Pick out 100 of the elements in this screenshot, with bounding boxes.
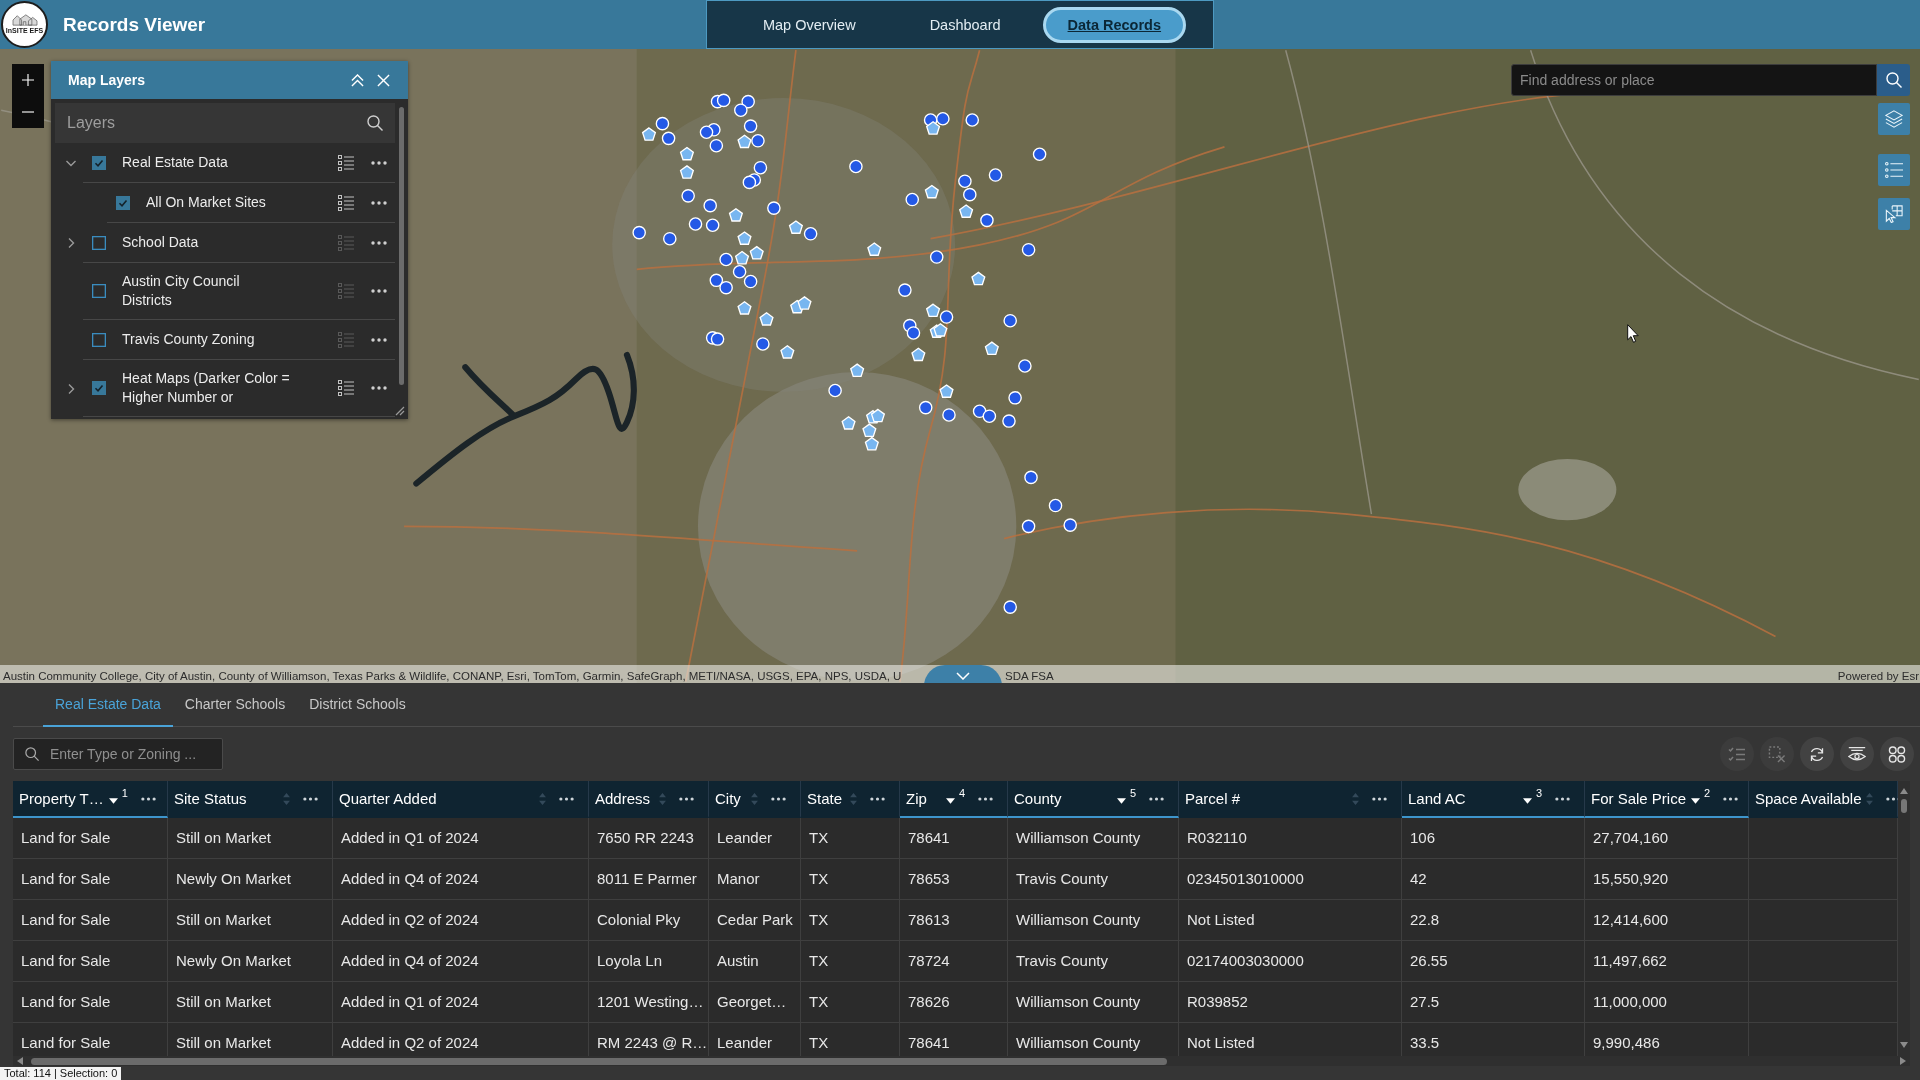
bulleted-list-icon [1885, 161, 1903, 179]
select-button[interactable] [1878, 198, 1910, 230]
column-label: County [1014, 790, 1062, 807]
more-icon[interactable] [559, 796, 574, 801]
search-field[interactable]: Enter Type or Zoning ... [13, 738, 223, 770]
collapse-button[interactable] [351, 73, 364, 87]
more-icon[interactable] [371, 240, 387, 245]
more-icon[interactable] [1149, 796, 1164, 801]
resize-handle-icon[interactable] [395, 406, 405, 416]
table-cell: Newly On Market [168, 941, 333, 981]
table-cell: 42 [1402, 859, 1585, 899]
table-cell: Travis County [1008, 859, 1179, 899]
nav-tab[interactable]: Data Records [1042, 6, 1187, 43]
more-icon[interactable] [870, 796, 885, 801]
cursor-grid-icon [1885, 205, 1903, 223]
table-cell: 78626 [900, 982, 1008, 1022]
sort-rank: 2 [1704, 787, 1711, 799]
layer-checkbox[interactable] [92, 381, 106, 395]
more-icon[interactable] [1723, 796, 1739, 801]
layer-checkbox[interactable] [92, 155, 106, 170]
search-icon [25, 747, 39, 761]
table-cell: TX [801, 859, 900, 899]
triangle-up-icon[interactable] [1900, 788, 1908, 794]
more-icon[interactable] [1555, 796, 1570, 801]
triangle-right-icon[interactable] [1900, 1057, 1906, 1065]
layout-button[interactable] [1880, 737, 1914, 771]
refresh-button[interactable] [1800, 737, 1834, 771]
triangle-down-icon[interactable] [1900, 1042, 1908, 1048]
close-button[interactable] [377, 73, 390, 87]
checklist-icon [1728, 745, 1746, 763]
more-icon[interactable] [978, 796, 993, 801]
dashed-box-x-icon [1768, 745, 1786, 763]
table-cell: 7650 RR 2243 [589, 818, 709, 858]
column-label: For Sale Price [1591, 790, 1687, 807]
table-cell: Leander [709, 818, 801, 858]
layer-name: Travis County Zoning [122, 330, 256, 349]
column-label: State [807, 790, 843, 807]
table-cell: Added in Q4 of 2024 [333, 941, 589, 981]
table-cell: 27.5 [1402, 982, 1585, 1022]
search-button[interactable] [1877, 64, 1910, 96]
table-cell: Manor [709, 859, 801, 899]
layer-checkbox[interactable] [92, 235, 106, 250]
table-cell: Newly On Market [168, 859, 333, 899]
layer-checkbox[interactable] [92, 332, 106, 347]
legend-button[interactable] [1878, 154, 1910, 186]
table-cell: 22.8 [1402, 900, 1585, 940]
table-cell: 106 [1402, 818, 1585, 858]
table-cell: TX [801, 982, 900, 1022]
more-icon[interactable] [1372, 796, 1387, 801]
powered-by-text: Powered by Esr [1837, 669, 1920, 682]
search-button[interactable] [367, 115, 383, 131]
more-icon[interactable] [371, 160, 387, 165]
column-label: Address [595, 790, 651, 807]
table-cell: 78653 [900, 859, 1008, 899]
layer-name: Austin City Council Districts [122, 272, 241, 310]
list-icon[interactable] [338, 194, 354, 211]
columns-button[interactable] [1840, 737, 1874, 771]
vertical-scrollbar[interactable] [1898, 781, 1910, 1056]
table-tab[interactable]: Real Estate Data [43, 683, 173, 727]
nav-tab[interactable]: Map Overview [730, 6, 888, 43]
scrollbar-thumb[interactable] [31, 1057, 1167, 1065]
table-cell: 15,550,920 [1585, 859, 1749, 899]
table-tab[interactable]: Charter Schools [172, 683, 298, 727]
table-cell: Cedar Park [709, 900, 801, 940]
scrollbar-thumb[interactable] [1901, 799, 1907, 813]
list-icon[interactable] [338, 380, 354, 396]
panel-title: Map Layers [68, 72, 146, 88]
scrollbar-thumb[interactable] [399, 107, 404, 385]
more-icon[interactable] [371, 337, 387, 342]
table-cell: Added in Q1 of 2024 [333, 818, 589, 858]
more-icon[interactable] [371, 386, 387, 390]
triangle-left-icon[interactable] [17, 1057, 23, 1065]
layer-name: All On Market Sites [146, 193, 267, 212]
more-icon[interactable] [371, 200, 387, 205]
plus-icon [22, 74, 34, 86]
address-search-field[interactable]: Find address or place [1511, 64, 1877, 96]
more-icon[interactable] [679, 796, 694, 801]
double-chevron-up-icon [351, 73, 364, 87]
table-cell: Colonial Pky [589, 900, 709, 940]
more-icon[interactable] [371, 289, 387, 293]
table-cell: Not Listed [1179, 900, 1402, 940]
horizontal-scrollbar[interactable] [13, 1056, 1910, 1066]
column-label: Quarter Added [339, 790, 437, 807]
table-cell: 11,000,000 [1585, 982, 1749, 1022]
sort-rank: 4 [958, 787, 965, 799]
more-icon[interactable] [771, 796, 786, 801]
nav-tab[interactable]: Dashboard [897, 6, 1033, 43]
table-cell: 11,497,662 [1585, 941, 1749, 981]
layer-checkbox[interactable] [116, 195, 130, 210]
table-cell: 8011 E Parmer [589, 859, 709, 899]
layers-button[interactable] [1878, 103, 1910, 135]
table-cell: Added in Q1 of 2024 [333, 982, 589, 1022]
list-icon[interactable] [338, 154, 354, 171]
table-tab[interactable]: District Schools [297, 683, 418, 727]
layer-checkbox[interactable] [92, 284, 106, 298]
more-icon[interactable] [140, 796, 156, 801]
more-icon[interactable] [303, 796, 318, 801]
attribution-text: SDA FSA [1004, 669, 1054, 682]
house-logo-icon [11, 14, 38, 26]
status-bar-text: Total: 114 | Selection: 0 [0, 1066, 122, 1080]
